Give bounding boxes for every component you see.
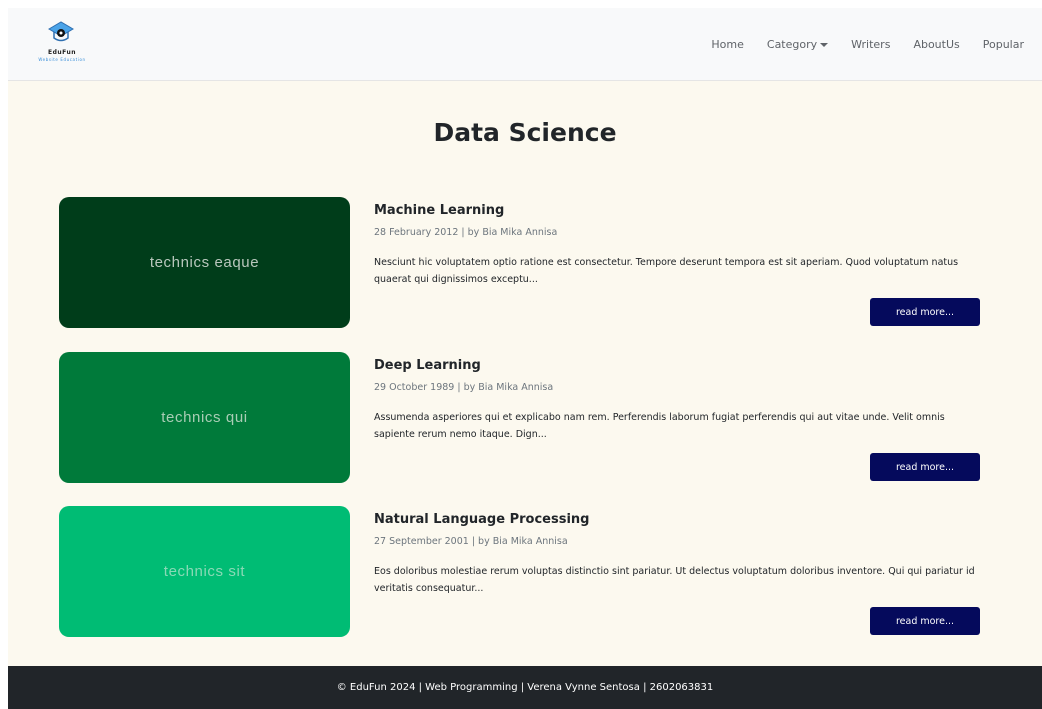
read-more-button[interactable]: read more... <box>870 298 980 326</box>
nav-category-dropdown[interactable]: Category <box>766 38 829 51</box>
brand-tagline: Website Education <box>38 57 86 62</box>
article-card: technics eaque Machine Learning 28 Febru… <box>8 197 1042 329</box>
nav-writers-link[interactable]: Writers <box>851 38 890 51</box>
article-thumbnail[interactable]: technics eaque <box>59 197 350 328</box>
footer: © EduFun 2024 | Web Programming | Verena… <box>8 666 1042 709</box>
article-thumbnail[interactable]: technics sit <box>59 506 350 637</box>
brand-name: EduFun <box>47 49 76 56</box>
nav-aboutus-link[interactable]: AboutUs <box>913 38 959 51</box>
nav-popular-link[interactable]: Popular <box>983 38 1024 51</box>
read-more-button[interactable]: read more... <box>870 607 980 635</box>
read-more-button[interactable]: read more... <box>870 453 980 481</box>
thumbnail-text: technics sit <box>163 563 246 580</box>
graduation-cap-icon <box>48 21 74 42</box>
nav-home-link[interactable]: Home <box>711 38 743 51</box>
footer-text: © EduFun 2024 | Web Programming | Verena… <box>336 682 714 693</box>
article-excerpt: Assumenda asperiores qui et explicabo na… <box>374 412 945 440</box>
article-thumbnail[interactable]: technics qui <box>59 352 350 483</box>
article-title[interactable]: Natural Language Processing <box>374 512 589 527</box>
article-title[interactable]: Deep Learning <box>374 358 481 373</box>
thumbnail-text: technics qui <box>161 409 248 426</box>
article-card: technics qui Deep Learning 29 October 19… <box>8 352 1042 484</box>
article-title[interactable]: Machine Learning <box>374 203 504 218</box>
brand-logo[interactable]: EduFun Website Education <box>29 20 95 66</box>
article-meta: 27 September 2001 | by Bia Mika Annisa <box>374 536 568 547</box>
caret-down-icon <box>820 42 829 47</box>
article-excerpt: Nesciunt hic voluptatem optio ratione es… <box>374 257 959 285</box>
article-card: technics sit Natural Language Processing… <box>8 506 1042 638</box>
navbar: EduFun Website Education Home Category W… <box>8 8 1042 81</box>
article-excerpt: Eos doloribus molestiae rerum voluptas d… <box>374 566 975 594</box>
thumbnail-text: technics eaque <box>149 254 260 271</box>
nav-category-label: Category <box>766 38 818 51</box>
nav-links: Home Category Writers AboutUs Popular <box>711 8 1024 81</box>
page: EduFun Website Education Home Category W… <box>8 8 1042 709</box>
article-meta: 28 February 2012 | by Bia Mika Annisa <box>374 227 558 238</box>
article-meta: 29 October 1989 | by Bia Mika Annisa <box>374 382 554 393</box>
page-title: Data Science <box>433 118 617 147</box>
